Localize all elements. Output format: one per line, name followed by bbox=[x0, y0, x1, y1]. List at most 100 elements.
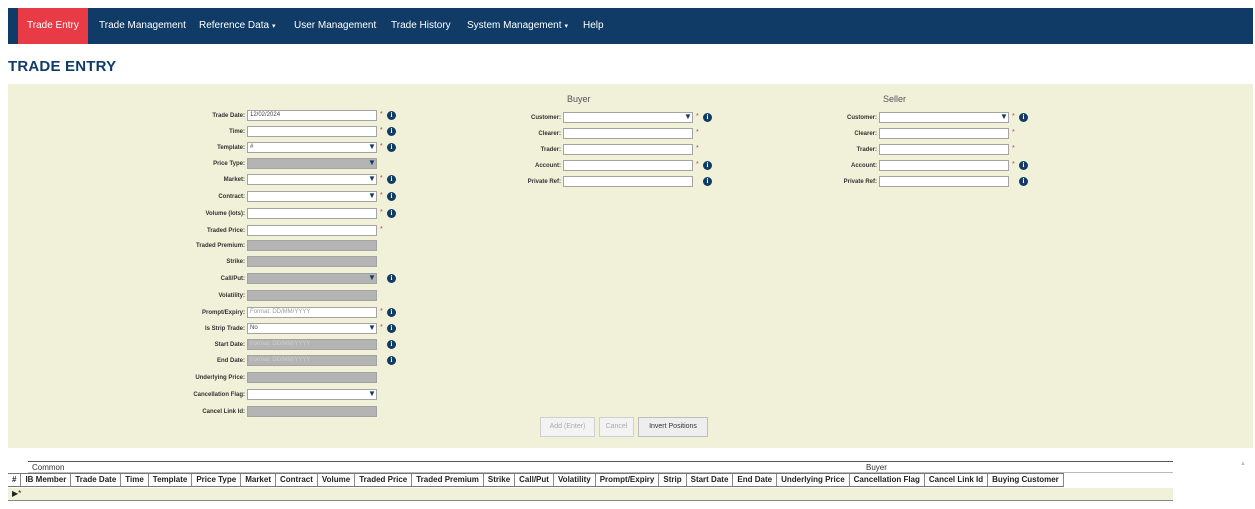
scroll-up-icon[interactable]: ▲ bbox=[1240, 461, 1246, 467]
info-icon[interactable]: i bbox=[1019, 161, 1028, 170]
nav-user-management[interactable]: User Management bbox=[285, 8, 385, 44]
underlying-price-field[interactable] bbox=[247, 372, 377, 383]
column-header[interactable]: End Date bbox=[733, 474, 778, 486]
volatility-field[interactable] bbox=[247, 290, 377, 301]
column-header[interactable]: Call/Put bbox=[515, 474, 554, 486]
required-marker: * bbox=[696, 145, 699, 152]
column-header[interactable]: Strip bbox=[659, 474, 687, 486]
nav-reference-data[interactable]: Reference Data ▾ bbox=[190, 8, 285, 44]
nav-help[interactable]: Help bbox=[574, 8, 613, 44]
column-header[interactable]: # bbox=[8, 474, 22, 486]
seller-account-field[interactable] bbox=[879, 160, 1009, 171]
price-type-label: Price Type: bbox=[213, 161, 245, 167]
column-header[interactable]: Contract bbox=[276, 474, 318, 486]
volume-field[interactable] bbox=[247, 208, 377, 219]
info-icon[interactable]: i bbox=[387, 192, 396, 201]
cancel-button[interactable]: Cancel bbox=[599, 417, 634, 437]
dropdown-arrow-icon[interactable]: ▼ bbox=[368, 191, 376, 201]
required-marker: * bbox=[1012, 161, 1015, 168]
info-icon[interactable]: i bbox=[703, 161, 712, 170]
column-header[interactable]: Traded Price bbox=[355, 474, 413, 486]
start-date-field[interactable]: Format: DD/MM/YYYY bbox=[247, 339, 377, 350]
info-icon[interactable]: i bbox=[387, 143, 396, 152]
market-select[interactable] bbox=[247, 174, 377, 185]
column-header[interactable]: IB Member bbox=[21, 474, 72, 486]
info-icon[interactable]: i bbox=[387, 308, 396, 317]
invert-positions-button[interactable]: Invert Positions bbox=[638, 417, 708, 437]
required-marker: * bbox=[380, 111, 383, 118]
column-header[interactable]: Volatility bbox=[554, 474, 596, 486]
buyer-heading: Buyer bbox=[567, 94, 591, 104]
is-strip-trade-select[interactable]: No bbox=[247, 323, 377, 334]
info-icon[interactable]: i bbox=[387, 356, 396, 365]
info-icon[interactable]: i bbox=[703, 177, 712, 186]
dropdown-arrow-icon[interactable]: ▼ bbox=[368, 323, 376, 333]
dropdown-arrow-icon[interactable]: ▼ bbox=[368, 273, 376, 283]
cancellation-flag-select[interactable] bbox=[247, 389, 377, 400]
buyer-account-field[interactable] bbox=[563, 160, 693, 171]
buyer-clearer-field[interactable] bbox=[563, 128, 693, 139]
info-icon[interactable]: i bbox=[387, 127, 396, 136]
seller-trader-field[interactable] bbox=[879, 144, 1009, 155]
buyer-trader-field[interactable] bbox=[563, 144, 693, 155]
column-header[interactable]: Cancel Link Id bbox=[925, 474, 989, 486]
column-header[interactable]: Underlying Price bbox=[777, 474, 850, 486]
nav-trade-history[interactable]: Trade History bbox=[382, 8, 460, 44]
add-button[interactable]: Add (Enter) bbox=[540, 417, 595, 437]
nav-trade-entry[interactable]: Trade Entry bbox=[18, 8, 88, 44]
column-header[interactable]: Price Type bbox=[192, 474, 242, 486]
market-label: Market: bbox=[223, 177, 245, 183]
dropdown-arrow-icon[interactable]: ▼ bbox=[1000, 112, 1008, 122]
seller-private-ref-field[interactable] bbox=[879, 176, 1009, 187]
info-icon[interactable]: i bbox=[703, 113, 712, 122]
call-put-select[interactable] bbox=[247, 273, 377, 284]
info-icon[interactable]: i bbox=[387, 175, 396, 184]
column-header[interactable]: Trade Date bbox=[71, 474, 122, 486]
info-icon[interactable]: i bbox=[387, 340, 396, 349]
time-field[interactable] bbox=[247, 126, 377, 137]
end-date-field[interactable]: Format: DD/MM/YYYY bbox=[247, 355, 377, 366]
info-icon[interactable]: i bbox=[387, 209, 396, 218]
prompt-expiry-field[interactable]: Format: DD/MM/YYYY bbox=[247, 307, 377, 318]
prompt-expiry-label: Prompt/Expiry: bbox=[201, 310, 245, 316]
column-header[interactable]: Cancellation Flag bbox=[850, 474, 925, 486]
column-header[interactable]: Start Date bbox=[687, 474, 734, 486]
seller-trader-label: Trader: bbox=[856, 147, 877, 153]
buyer-private-ref-field[interactable] bbox=[563, 176, 693, 187]
trade-date-field[interactable]: 12/02/2024 bbox=[247, 110, 377, 121]
nav-trade-management[interactable]: Trade Management bbox=[90, 8, 195, 44]
buyer-customer-select[interactable] bbox=[563, 112, 693, 123]
info-icon[interactable]: i bbox=[387, 324, 396, 333]
column-header[interactable]: Market bbox=[241, 474, 276, 486]
info-icon[interactable]: i bbox=[387, 274, 396, 283]
dropdown-arrow-icon[interactable]: ▼ bbox=[684, 112, 692, 122]
info-icon[interactable]: i bbox=[1019, 177, 1028, 186]
column-header[interactable]: Traded Premium bbox=[412, 474, 484, 486]
dropdown-arrow-icon[interactable]: ▼ bbox=[368, 389, 376, 399]
dropdown-arrow-icon[interactable]: ▼ bbox=[368, 142, 376, 152]
column-header[interactable]: Strike bbox=[484, 474, 516, 486]
cancellation-flag-label: Cancellation Flag: bbox=[193, 392, 245, 398]
contract-select[interactable] bbox=[247, 191, 377, 202]
nav-system-management[interactable]: System Management ▾ bbox=[458, 8, 577, 44]
strike-field[interactable] bbox=[247, 256, 377, 267]
cancel-link-id-field[interactable] bbox=[247, 406, 377, 417]
info-icon[interactable]: i bbox=[387, 111, 396, 120]
dropdown-arrow-icon[interactable]: ▼ bbox=[368, 158, 376, 168]
column-header[interactable]: Template bbox=[149, 474, 193, 486]
table-row[interactable]: ▶* bbox=[8, 488, 1173, 501]
info-icon[interactable]: i bbox=[1019, 113, 1028, 122]
traded-price-field[interactable] bbox=[247, 225, 377, 236]
column-header[interactable]: Prompt/Expiry bbox=[596, 474, 660, 486]
dropdown-arrow-icon[interactable]: ▼ bbox=[368, 174, 376, 184]
trades-grid: Common Buyer # IB Member Trade Date Time Tem… bbox=[8, 461, 1173, 507]
template-select[interactable]: # bbox=[247, 142, 377, 153]
seller-clearer-field[interactable] bbox=[879, 128, 1009, 139]
column-header[interactable]: Time bbox=[121, 474, 149, 486]
seller-heading: Seller bbox=[883, 94, 907, 104]
column-header[interactable]: Volume bbox=[318, 474, 356, 486]
column-header[interactable]: Buying Customer bbox=[988, 474, 1064, 486]
seller-customer-select[interactable] bbox=[879, 112, 1009, 123]
traded-premium-field[interactable] bbox=[247, 240, 377, 251]
price-type-select[interactable] bbox=[247, 158, 377, 169]
